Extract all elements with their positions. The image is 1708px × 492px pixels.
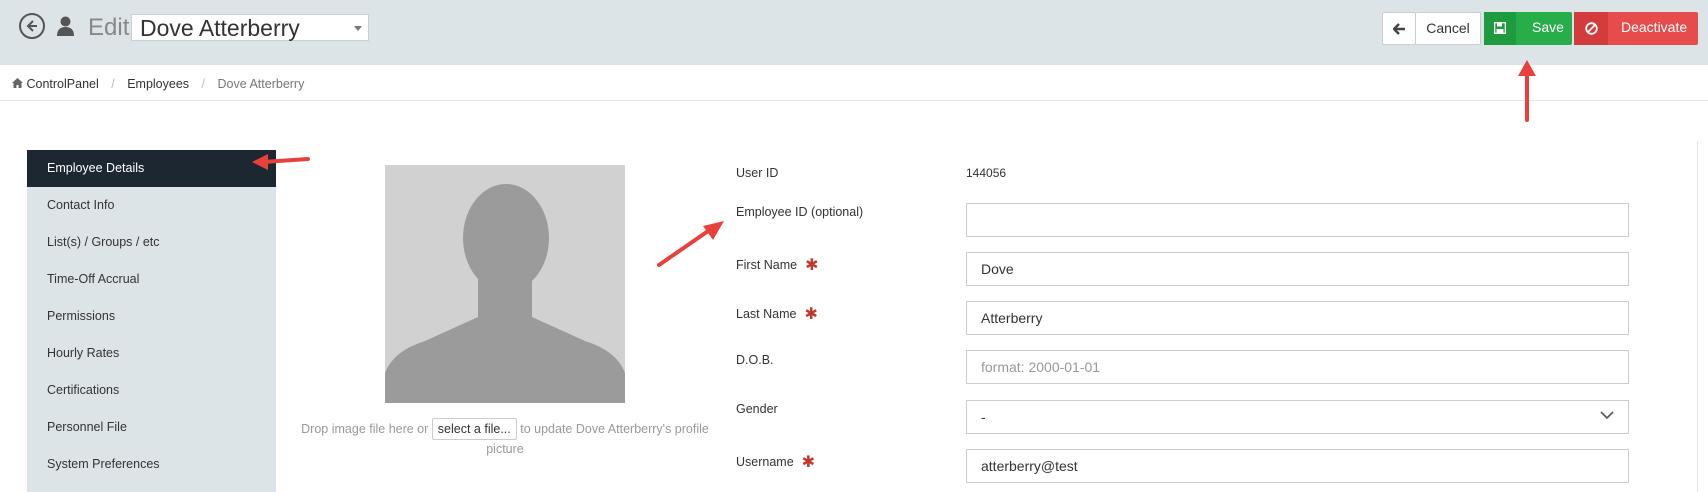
- first-name-label: First Name ✱: [736, 254, 819, 274]
- sidebar-item-time-off-accrual[interactable]: Time-Off Accrual: [27, 261, 276, 298]
- first-name-label-text: First Name: [736, 258, 798, 272]
- sidebar-item-personnel-file[interactable]: Personnel File: [27, 409, 276, 446]
- sidebar-item-certifications[interactable]: Certifications: [27, 372, 276, 409]
- sidebar-item-permissions[interactable]: Permissions: [27, 298, 276, 335]
- employee-select[interactable]: Dove Atterberry: [131, 14, 369, 41]
- first-name-field[interactable]: Dove: [966, 252, 1629, 286]
- cancel-button[interactable]: Cancel: [1416, 12, 1481, 45]
- username-label: Username ✱: [736, 451, 815, 471]
- last-name-label: Last Name ✱: [736, 303, 818, 323]
- deactivate-button[interactable]: Deactivate: [1574, 12, 1698, 45]
- breadcrumb: ControlPanel / Employees / Dove Atterber…: [12, 76, 304, 91]
- home-icon: [12, 77, 23, 91]
- dob-label: D.O.B.: [736, 353, 774, 367]
- profile-picture[interactable]: [385, 165, 625, 403]
- employee-id-field[interactable]: [966, 203, 1629, 237]
- user-icon: [57, 16, 74, 36]
- breadcrumb-current: Dove Atterberry: [217, 76, 305, 91]
- drop-suffix: to update Dove Atterberry's profile pict…: [486, 422, 709, 456]
- user-id-value: 144056: [966, 166, 1007, 180]
- sidebar: Employee Details Contact Info List(s) / …: [27, 150, 276, 492]
- last-name-field[interactable]: Atterberry: [966, 301, 1629, 335]
- gender-select-value: -: [981, 409, 986, 425]
- employee-select-value: Dove Atterberry: [140, 15, 300, 41]
- save-icon: [1484, 12, 1516, 45]
- save-button[interactable]: Save: [1484, 12, 1572, 45]
- drop-prefix: Drop image file here or: [301, 422, 429, 436]
- edit-label: Edit: [88, 14, 130, 41]
- ban-icon: [1574, 12, 1608, 45]
- divider: [0, 100, 1708, 101]
- deactivate-label: Deactivate: [1621, 19, 1688, 35]
- breadcrumb-employees[interactable]: Employees: [127, 77, 189, 91]
- username-label-text: Username: [736, 455, 794, 469]
- save-label: Save: [1532, 19, 1564, 35]
- photo-drop-hint: Drop image file here or select a file...…: [300, 418, 710, 459]
- employee-id-label: Employee ID (optional): [736, 205, 864, 219]
- avatar-silhouette-icon: [385, 184, 625, 403]
- divider: [1697, 141, 1698, 492]
- gender-label: Gender: [736, 402, 778, 416]
- required-icon: ✱: [805, 257, 819, 274]
- dob-field[interactable]: format: 2000-01-01: [966, 350, 1629, 384]
- breadcrumb-separator: /: [111, 76, 115, 91]
- sidebar-item-lists-groups[interactable]: List(s) / Groups / etc: [27, 224, 276, 261]
- required-icon: ✱: [801, 454, 816, 471]
- back-circle-icon[interactable]: [19, 13, 45, 39]
- breadcrumb-separator: /: [201, 76, 206, 91]
- annotation-arrow-icon: [657, 221, 724, 267]
- top-bar: Edit Dove Atterberry Cancel Save Deactiv…: [0, 0, 1708, 65]
- sidebar-item-employee-details[interactable]: Employee Details: [27, 150, 276, 187]
- arrow-left-icon: [1393, 23, 1405, 35]
- select-file-button[interactable]: select a file...: [431, 418, 517, 440]
- sidebar-item-system-preferences[interactable]: System Preferences: [27, 446, 276, 483]
- sidebar-item-contact-info[interactable]: Contact Info: [27, 187, 276, 224]
- username-field[interactable]: atterberry@test: [966, 449, 1629, 483]
- gender-select[interactable]: -: [966, 400, 1629, 434]
- chevron-down-icon: [1600, 411, 1614, 420]
- breadcrumb-home[interactable]: ControlPanel: [26, 77, 98, 91]
- annotation-arrow-icon: [1518, 60, 1536, 122]
- back-button[interactable]: [1382, 12, 1416, 45]
- user-id-label: User ID: [736, 166, 779, 180]
- last-name-label-text: Last Name: [736, 307, 797, 321]
- sidebar-item-hourly-rates[interactable]: Hourly Rates: [27, 335, 276, 372]
- required-icon: ✱: [804, 306, 818, 323]
- caret-down-icon: [354, 26, 362, 31]
